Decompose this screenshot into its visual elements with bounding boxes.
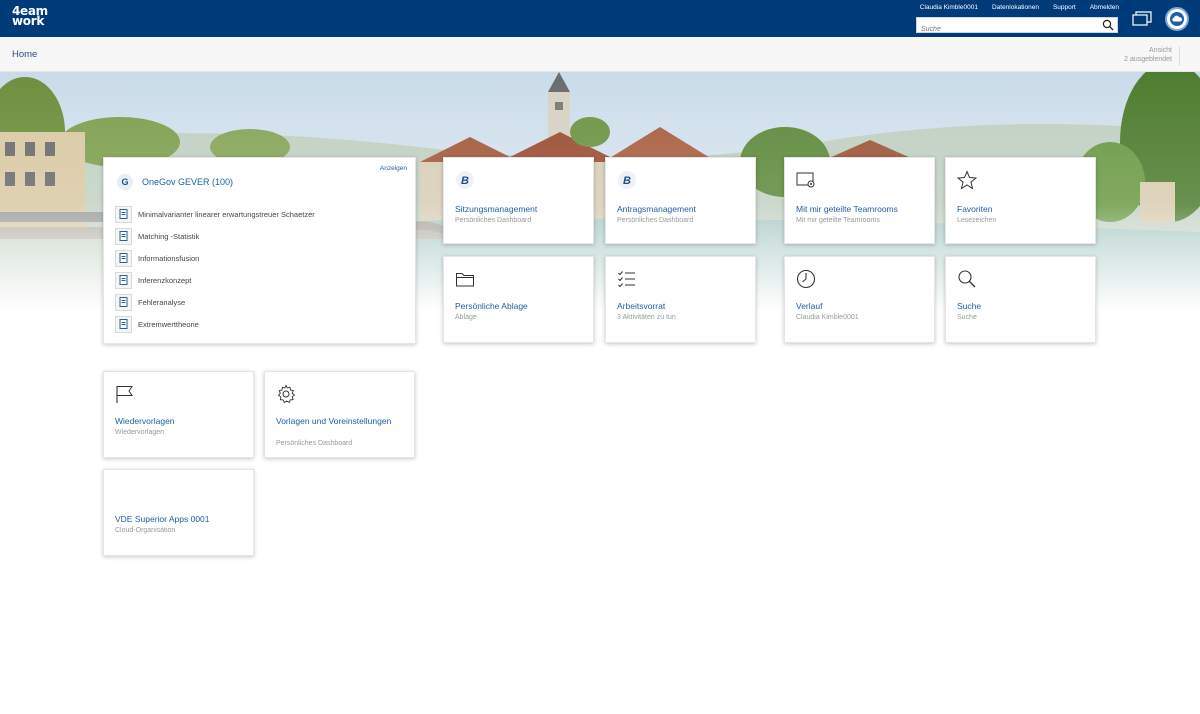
list-item[interactable]: Inferenzkonzept (115, 269, 315, 291)
gever-icon: G (117, 174, 133, 190)
app-logo[interactable]: 4eam work (12, 5, 48, 28)
list-item-label: Minimalvarianter linearer erwartungstreu… (138, 209, 315, 219)
show-link[interactable]: Anzeigen (380, 165, 407, 172)
tile-title: Verlauf (796, 301, 823, 311)
document-icon (115, 249, 132, 267)
hidden-count: 2 ausgeblendet (1124, 56, 1172, 63)
list-item[interactable]: Fehleranalyse (115, 291, 315, 313)
gever-document-list: Minimalvarianter linearer erwartungstreu… (115, 203, 315, 335)
list-item[interactable]: Minimalvarianter linearer erwartungstreu… (115, 203, 315, 225)
document-icon (115, 227, 132, 245)
support-link[interactable]: Support (1053, 4, 1076, 11)
document-icon (115, 293, 132, 311)
tile-vorlagen[interactable]: Vorlagen und Voreinstellungen Persönlich… (264, 371, 415, 458)
list-item[interactable]: Matching -Statistik (115, 225, 315, 247)
document-icon (115, 315, 132, 333)
datenlokationen-link[interactable]: Datenlokationen (992, 4, 1039, 11)
svg-text:B: B (461, 175, 469, 187)
list-item[interactable]: Extremwerttheorie (115, 313, 315, 335)
tile-subtitle: Lesezeichen (957, 217, 997, 224)
flag-icon (116, 386, 133, 403)
tile-verlauf[interactable]: Verlauf Claudia Kimble0001 (784, 256, 935, 343)
document-icon (115, 205, 132, 223)
list-item-label: Informationsfusion (138, 253, 200, 263)
search-icon (958, 270, 976, 288)
tile-subtitle: Ablage (455, 314, 477, 321)
tile-subtitle: Mit mir geteilte Teamrooms (796, 217, 880, 224)
clock-icon (796, 269, 816, 289)
tile-title: Wiedervorlagen (115, 416, 175, 426)
tile-wiedervorlagen[interactable]: Wiedervorlagen Wiedervorlagen (103, 371, 254, 458)
tile-title: Suche (957, 301, 982, 311)
user-link[interactable]: Claudia Kimble0001 (920, 4, 978, 11)
view-divider (1179, 46, 1180, 66)
tile-antragsmanagement[interactable]: B Antragsmanagement Persönliches Dashboa… (605, 157, 756, 244)
shared-teamroom-icon (796, 172, 815, 188)
gever-header: G OneGov GEVER (100) (117, 174, 233, 190)
logout-link[interactable]: Abmelden (1090, 4, 1119, 11)
svg-text:B: B (623, 175, 631, 187)
tile-persoenliche-ablage[interactable]: Persönliche Ablage Ablage (443, 256, 594, 343)
tile-title: Persönliche Ablage (455, 301, 528, 311)
view-label: Ansicht (1149, 47, 1172, 54)
tile-title: Sitzungsmanagement (455, 204, 538, 214)
search-input[interactable] (917, 22, 1097, 37)
tile-title: Vorlagen und Voreinstellungen (276, 416, 392, 426)
gever-tile[interactable]: G OneGov GEVER (100) Anzeigen Minimalvar… (103, 157, 416, 344)
checklist-icon (618, 271, 635, 288)
search-box (916, 17, 1118, 37)
list-item-label: Extremwerttheorie (138, 319, 199, 329)
tile-subtitle: Persönliches Dashboard (617, 217, 694, 224)
list-item-label: Fehleranalyse (138, 297, 186, 307)
gever-title[interactable]: OneGov GEVER (100) (142, 177, 233, 187)
tile-subtitle: Persönliches Dashboard (455, 217, 532, 224)
tile-vde-superior-apps[interactable]: VDE Superior Apps 0001 Cloud-Organisatio… (103, 469, 254, 556)
tile-sitzungsmanagement[interactable]: B Sitzungsmanagement Persönliches Dashbo… (443, 157, 594, 244)
tile-title: VDE Superior Apps 0001 (115, 514, 210, 524)
user-avatar[interactable] (1165, 7, 1189, 31)
tile-title: Antragsmanagement (617, 204, 696, 214)
tile-subtitle: 3 Aktivitäten zu tun (617, 314, 676, 321)
top-links: Claudia Kimble0001 Datenlokationen Suppo… (920, 4, 1119, 11)
b-app-icon: B (456, 171, 474, 189)
document-icon (115, 271, 132, 289)
tile-title: Arbeitsvorrat (617, 301, 666, 311)
tile-subtitle: Cloud-Organisation (115, 527, 176, 534)
tile-suche[interactable]: Suche Suche (945, 256, 1096, 343)
list-item[interactable]: Informationsfusion (115, 247, 315, 269)
top-navigation-bar: 4eam work Claudia Kimble0001 Datenlokati… (0, 0, 1200, 37)
folder-icon (456, 273, 474, 287)
view-settings[interactable]: Ansicht 2 ausgeblendet (1124, 46, 1172, 64)
windows-icon[interactable] (1132, 11, 1152, 26)
tile-title: Favoriten (957, 204, 993, 214)
tile-subtitle: Claudia Kimble0001 (796, 314, 859, 321)
gear-icon (277, 384, 296, 404)
tile-shared-teamrooms[interactable]: Mit mir geteilte Teamrooms Mit mir getei… (784, 157, 935, 244)
b-app-icon: B (618, 171, 636, 189)
tile-subtitle: Wiedervorlagen (115, 429, 165, 436)
logo-line-2: work (12, 14, 45, 28)
breadcrumb-home[interactable]: Home (12, 49, 37, 60)
tile-title: Mit mir geteilte Teamrooms (796, 204, 898, 214)
tile-arbeitsvorrat[interactable]: Arbeitsvorrat 3 Aktivitäten zu tun (605, 256, 756, 343)
list-item-label: Inferenzkonzept (138, 275, 192, 285)
cloud-org-icon (1170, 12, 1184, 26)
list-item-label: Matching -Statistik (138, 231, 200, 241)
search-icon[interactable] (1102, 19, 1114, 31)
tile-subtitle: Suche (957, 314, 977, 321)
tile-favoriten[interactable]: Favoriten Lesezeichen (945, 157, 1096, 244)
tile-subtitle: Persönliches Dashboard (276, 440, 353, 447)
star-icon (957, 170, 977, 190)
breadcrumb-bar: Home Ansicht 2 ausgeblendet (0, 37, 1200, 72)
